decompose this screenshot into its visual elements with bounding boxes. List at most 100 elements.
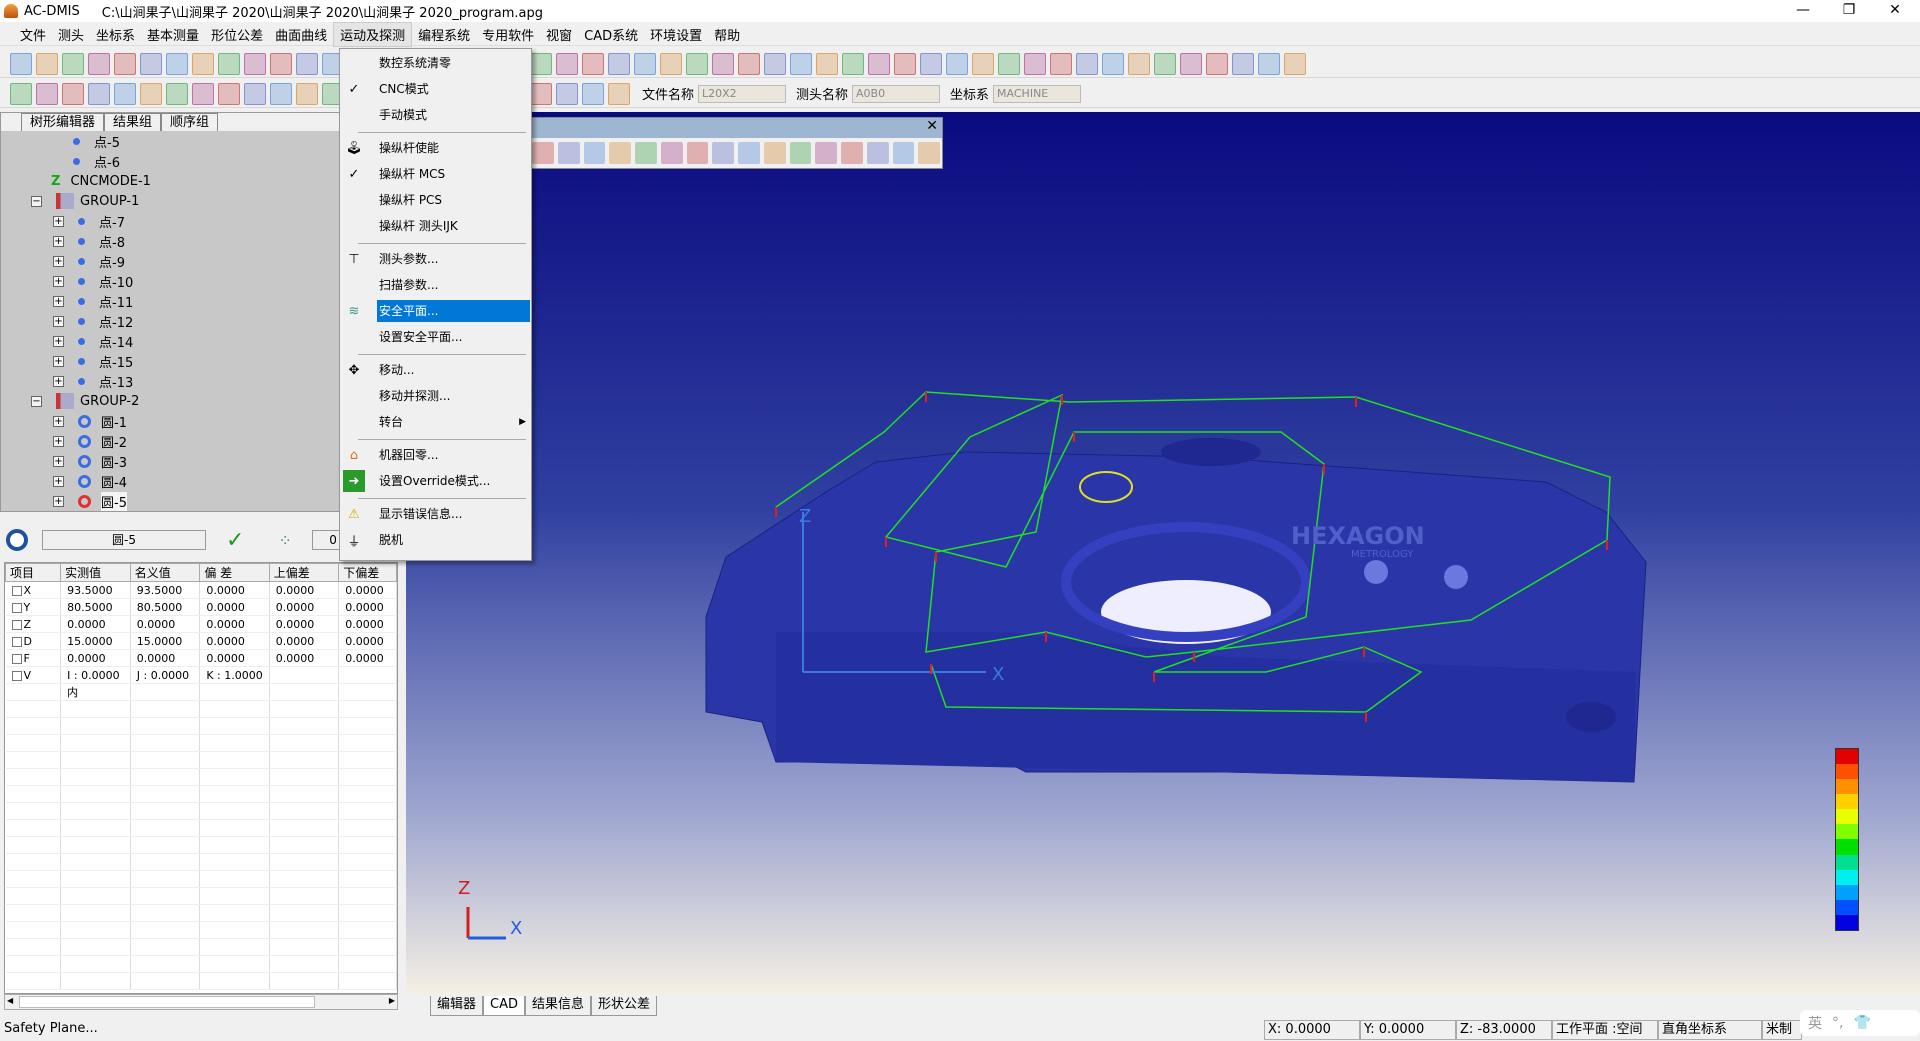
scroll-right-icon[interactable]: ▶ bbox=[389, 996, 395, 1005]
toolbar-button-icon[interactable] bbox=[946, 52, 968, 75]
toolbar-button-icon[interactable] bbox=[166, 52, 188, 75]
measure-tool-icon[interactable] bbox=[270, 82, 292, 105]
toolbar-button-icon[interactable] bbox=[582, 52, 604, 75]
expand-icon[interactable]: + bbox=[53, 215, 64, 227]
table-header[interactable]: 名义值 bbox=[129, 563, 201, 582]
ime-skin-icon[interactable]: 👕 bbox=[1853, 1015, 1870, 1031]
measure-tool-icon[interactable] bbox=[10, 82, 32, 105]
toolbar-button-icon[interactable] bbox=[1128, 52, 1150, 75]
row-checkbox[interactable] bbox=[11, 636, 22, 647]
view-tool-icon[interactable] bbox=[635, 142, 657, 164]
measure-tool-icon[interactable] bbox=[62, 82, 84, 105]
toolbar-button-icon[interactable] bbox=[296, 52, 318, 75]
menu-1[interactable]: 测头 bbox=[52, 23, 90, 46]
tree-item[interactable]: + 点-15 bbox=[53, 351, 133, 371]
expand-icon[interactable]: + bbox=[53, 455, 64, 467]
tree-item[interactable]: + 点-11 bbox=[53, 291, 133, 311]
toolbar-button-icon[interactable] bbox=[608, 52, 630, 75]
toolbar-button-icon[interactable] bbox=[1050, 52, 1072, 75]
scroll-left-icon[interactable]: ◀ bbox=[7, 996, 13, 1005]
menu-5[interactable]: 曲面曲线 bbox=[269, 23, 333, 46]
toolbar-button-icon[interactable] bbox=[10, 52, 32, 75]
collapse-icon[interactable]: − bbox=[31, 395, 42, 407]
tree-item[interactable]: 点-5 bbox=[73, 131, 120, 151]
toolbar-button-icon[interactable] bbox=[1206, 52, 1228, 75]
expand-icon[interactable]: + bbox=[53, 335, 64, 347]
expand-icon[interactable]: + bbox=[53, 275, 64, 287]
menu-item-0[interactable]: 数控系统清零 bbox=[340, 51, 530, 75]
coord-system-field[interactable]: MACHINE bbox=[993, 84, 1082, 103]
measure-tool-icon[interactable] bbox=[296, 82, 318, 105]
tree-item[interactable]: + 点-14 bbox=[53, 331, 133, 351]
measure-tool-icon[interactable] bbox=[36, 82, 58, 105]
probe-name-field[interactable]: A0B0 bbox=[852, 84, 941, 103]
tree-item[interactable]: + 点-12 bbox=[53, 311, 133, 331]
tree-item[interactable]: Z CNCMODE-1 bbox=[51, 171, 151, 191]
expand-icon[interactable]: + bbox=[53, 475, 64, 487]
toolbar-button-icon[interactable] bbox=[894, 52, 916, 75]
menu-10[interactable]: CAD系统 bbox=[578, 23, 644, 46]
tab-0[interactable]: 树形编辑器 bbox=[21, 113, 105, 131]
expand-icon[interactable]: + bbox=[53, 295, 64, 307]
menu-item-16[interactable]: ⚠ 显示错误信息... bbox=[340, 502, 530, 526]
bottom-tab-0[interactable]: 编辑器 bbox=[430, 996, 484, 1016]
toolbar-button-icon[interactable] bbox=[114, 52, 136, 75]
toolbar-button-icon[interactable] bbox=[270, 52, 292, 75]
measure-tool-icon[interactable] bbox=[582, 82, 604, 105]
tree-item[interactable]: + 圆-5 bbox=[53, 491, 127, 511]
menu-item-5[interactable]: 操纵杆 PCS bbox=[340, 188, 530, 212]
view-tool-icon[interactable] bbox=[660, 142, 683, 164]
measure-tool-icon[interactable] bbox=[556, 82, 578, 105]
toolbar-button-icon[interactable] bbox=[1180, 52, 1202, 75]
toolbar-button-icon[interactable] bbox=[738, 52, 760, 75]
tree-item[interactable]: + 点-7 bbox=[53, 211, 125, 231]
menu-6[interactable]: 运动及探测 bbox=[333, 22, 413, 47]
collapse-icon[interactable]: − bbox=[31, 195, 42, 207]
ime-toolbar[interactable]: 英 °, 👕 bbox=[1800, 1010, 1920, 1036]
accept-check-icon[interactable]: ✓ bbox=[226, 528, 244, 553]
expand-icon[interactable]: + bbox=[53, 375, 64, 387]
menu-7[interactable]: 编程系统 bbox=[412, 23, 476, 46]
measure-tool-icon[interactable] bbox=[140, 82, 162, 105]
tab-2[interactable]: 顺序组 bbox=[161, 113, 219, 131]
menu-11[interactable]: 环境设置 bbox=[644, 23, 708, 46]
expand-icon[interactable]: + bbox=[53, 435, 64, 447]
table-header[interactable]: 上偏差 bbox=[268, 563, 340, 582]
ime-language[interactable]: 英 bbox=[1808, 1013, 1822, 1033]
expand-icon[interactable]: + bbox=[53, 315, 64, 327]
bottom-tab-2[interactable]: 结果信息 bbox=[525, 996, 592, 1016]
feature-name-field[interactable]: 圆-5 bbox=[42, 530, 206, 550]
view-tool-icon[interactable] bbox=[866, 142, 889, 164]
measure-tool-icon[interactable] bbox=[218, 82, 240, 105]
row-checkbox[interactable] bbox=[11, 670, 22, 681]
row-checkbox[interactable] bbox=[11, 602, 22, 613]
toolbar-button-icon[interactable] bbox=[1076, 52, 1098, 75]
menu-item-3[interactable]: 🕹 操纵杆使能 bbox=[340, 136, 530, 160]
expand-icon[interactable]: + bbox=[53, 355, 64, 367]
menu-item-1[interactable]: ✓ CNC模式 bbox=[340, 77, 530, 101]
menu-9[interactable]: 视窗 bbox=[540, 23, 578, 46]
menu-item-6[interactable]: 操纵杆 测头IJK bbox=[340, 214, 530, 238]
view-tool-icon[interactable] bbox=[557, 142, 580, 164]
file-name-field[interactable]: L20X2 bbox=[698, 84, 787, 103]
toolbar-button-icon[interactable] bbox=[634, 52, 656, 75]
maximize-button[interactable]: ❐ bbox=[1826, 0, 1872, 22]
menu-item-15[interactable]: ➜ 设置Override模式... bbox=[340, 469, 530, 493]
toolbar-button-icon[interactable] bbox=[842, 52, 864, 75]
menu-item-14[interactable]: ⌂ 机器回零... bbox=[340, 443, 530, 467]
view-tool-icon[interactable] bbox=[892, 142, 915, 164]
menu-item-12[interactable]: 移动并探测... bbox=[340, 384, 530, 408]
menu-0[interactable]: 文件 bbox=[14, 23, 52, 46]
menu-item-4[interactable]: ✓ 操纵杆 MCS bbox=[340, 162, 530, 186]
tree-item[interactable]: + 点-8 bbox=[53, 231, 125, 251]
measure-tool-icon[interactable] bbox=[530, 82, 552, 105]
horizontal-scrollbar[interactable]: ◀ ▶ bbox=[4, 994, 398, 1010]
tab-1[interactable]: 结果组 bbox=[104, 113, 162, 131]
expand-icon[interactable]: + bbox=[53, 495, 64, 507]
measure-tool-icon[interactable] bbox=[244, 82, 266, 105]
tree-item[interactable]: − GROUP-1 bbox=[31, 191, 139, 211]
toolbar-button-icon[interactable] bbox=[764, 52, 786, 75]
toolbar-button-icon[interactable] bbox=[62, 52, 84, 75]
view-tool-icon[interactable] bbox=[738, 142, 760, 164]
toolbar-button-icon[interactable] bbox=[816, 52, 838, 75]
